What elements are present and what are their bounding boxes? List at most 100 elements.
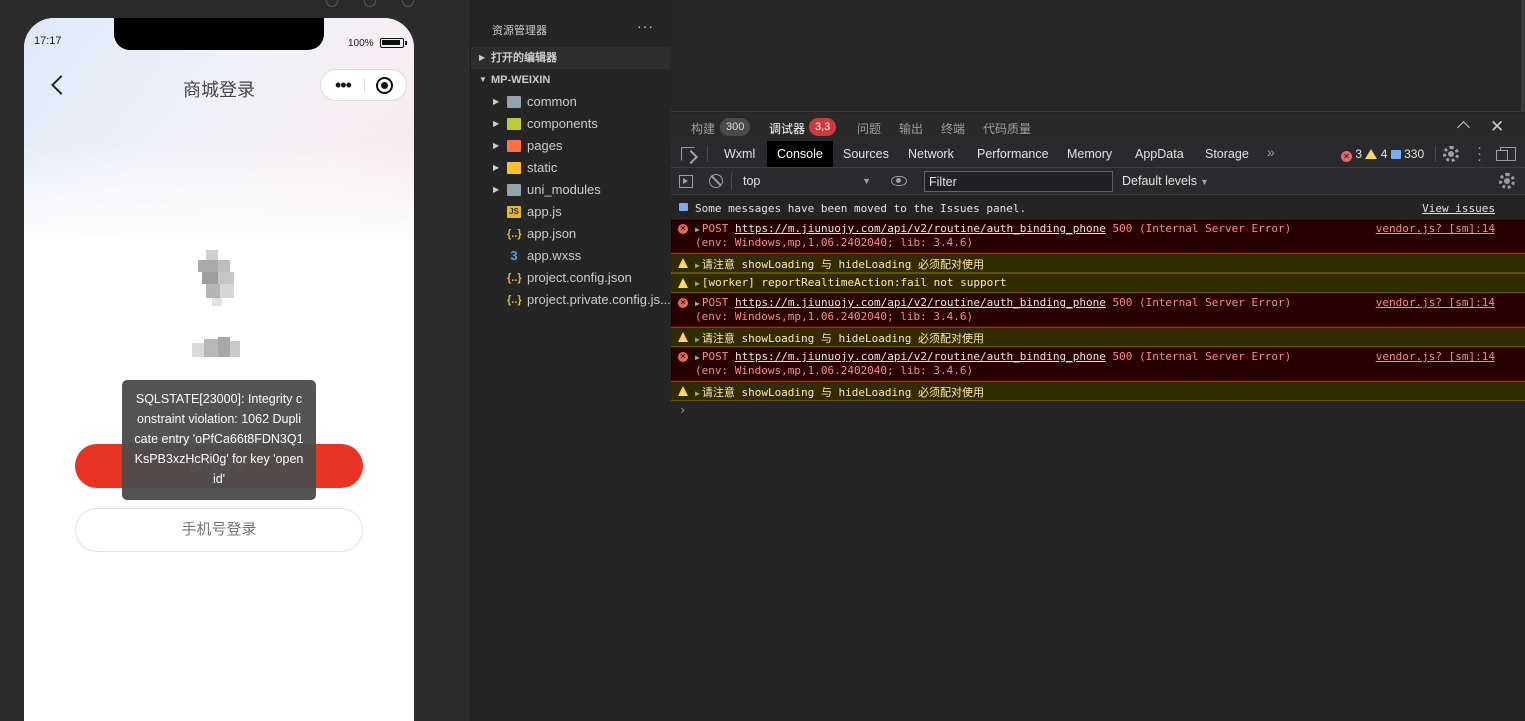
more-tabs-icon[interactable]: » [1267, 144, 1275, 160]
tree-item-project-config[interactable]: {..} project.config.json [471, 267, 672, 289]
live-expression-eye-icon[interactable] [891, 176, 907, 186]
miniprogram-capsule: ••• [320, 69, 407, 101]
warning-icon [1365, 149, 1378, 159]
tree-item-pages[interactable]: ▶ pages [471, 135, 672, 157]
chevron-right-icon: ▶ [493, 163, 500, 172]
chevron-down-icon: ▼ [1200, 177, 1209, 187]
error-count: 3 [1355, 147, 1363, 161]
more-actions-icon[interactable]: ··· [637, 18, 654, 34]
tree-item-app-wxss[interactable]: 3 app.wxss [471, 245, 672, 267]
clear-console-icon[interactable] [709, 174, 723, 188]
error-icon: ✕ [1341, 151, 1352, 162]
phone-login-button[interactable]: 手机号登录 [75, 508, 363, 552]
error-url-link[interactable]: https://m.jiunuojy.com/api/v2/routine/au… [735, 296, 1106, 309]
app-name-image [192, 337, 240, 359]
error-url-link[interactable]: https://m.jiunuojy.com/api/v2/routine/au… [735, 222, 1106, 235]
source-link[interactable]: vendor.js? [sm]:14 [1376, 222, 1495, 235]
error-url-link[interactable]: https://m.jiunuojy.com/api/v2/routine/au… [735, 350, 1106, 363]
chevron-right-icon: ▶ [493, 141, 500, 150]
chevron-down-icon: ▼ [862, 176, 871, 186]
tab-wxml[interactable]: Wxml [714, 141, 765, 167]
show-sidebar-icon[interactable] [679, 175, 693, 188]
context-value: top [743, 174, 761, 188]
expand-triangle-icon[interactable]: ▶ [695, 299, 700, 308]
scrollbar[interactable] [1521, 0, 1525, 112]
console-prompt[interactable]: › [679, 403, 686, 417]
gear-icon[interactable] [1443, 146, 1459, 162]
undock-icon[interactable] [1496, 147, 1516, 161]
tab-terminal[interactable]: 终端 [941, 120, 965, 137]
tab-storage[interactable]: Storage [1195, 141, 1259, 167]
tree-item-project-private-config[interactable]: {..} project.private.config.js... [471, 289, 672, 311]
console-settings-icon[interactable] [1499, 173, 1515, 189]
tree-item-uni-modules[interactable]: ▶ uni_modules [471, 179, 672, 201]
tab-output[interactable]: 输出 [899, 120, 923, 137]
logo-image [198, 250, 240, 314]
json-file-icon: {..} [507, 228, 522, 240]
inspect-element-icon[interactable] [681, 147, 695, 161]
warning-icon [678, 278, 688, 288]
log-levels-dropdown[interactable]: Default levels ▼ [1122, 170, 1209, 193]
open-editors-section[interactable]: ▶ 打开的编辑器 [471, 47, 672, 69]
json-file-icon: {..} [507, 294, 522, 306]
expand-triangle-icon[interactable]: ▶ [695, 279, 700, 288]
console-warning-message[interactable]: ▶ 请注意 showLoading 与 hideLoading 必须配对使用 [671, 381, 1525, 401]
console-warning-message[interactable]: ▶ 请注意 showLoading 与 hideLoading 必须配对使用 [671, 253, 1525, 273]
devtools-tabbar: Wxml Console Sources Network Performance… [671, 140, 1525, 168]
tab-console[interactable]: Console [767, 141, 833, 167]
expand-triangle-icon[interactable]: ▶ [695, 225, 700, 234]
context-selector[interactable]: top ▼ [733, 170, 873, 192]
console-warning-message[interactable]: ▶ 请注意 showLoading 与 hideLoading 必须配对使用 [671, 327, 1525, 347]
issue-counts[interactable]: ✕ 3 4 330 [1341, 147, 1424, 162]
console-error-message[interactable]: ✕ ▶ POST https://m.jiunuojy.com/api/v2/ro… [671, 293, 1525, 327]
source-link[interactable]: vendor.js? [sm]:14 [1376, 296, 1495, 309]
more-icon[interactable]: ••• [335, 76, 352, 94]
console-filter-input[interactable] [924, 171, 1113, 192]
tree-item-app-js[interactable]: JS app.js [471, 201, 672, 223]
console-error-message[interactable]: ✕ ▶ POST https://m.jiunuojy.com/api/v2/ro… [671, 219, 1525, 253]
tree-item-app-json[interactable]: {..} app.json [471, 223, 672, 245]
expand-triangle-icon[interactable]: ▶ [695, 353, 700, 362]
tab-performance[interactable]: Performance [967, 141, 1059, 167]
view-issues-link[interactable]: View issues [1422, 202, 1495, 215]
console-messages: Some messages have been moved to the Iss… [671, 196, 1525, 721]
record-icon[interactable] [364, 0, 376, 7]
tree-item-static[interactable]: ▶ static [471, 157, 672, 179]
close-icon[interactable]: ✕ [1490, 117, 1504, 137]
tab-debugger[interactable]: 调试器 [769, 120, 805, 137]
explorer-title: 资源管理器 [492, 25, 547, 37]
warning-icon [678, 332, 688, 342]
tab-network[interactable]: Network [898, 141, 964, 167]
chevron-right-icon: ▶ [493, 119, 500, 128]
console-error-message[interactable]: ✕ ▶ POST https://m.jiunuojy.com/api/v2/ro… [671, 347, 1525, 381]
console-warning-message[interactable]: ▶ [worker] reportRealtimeAction:fail not … [671, 273, 1525, 293]
folder-icon [507, 96, 521, 108]
simulator-toolbar [0, 0, 470, 12]
source-link[interactable]: vendor.js? [sm]:14 [1376, 350, 1495, 363]
tab-sources[interactable]: Sources [833, 141, 899, 167]
devtools-panel: 构建 300 调试器 3,3 问题 输出 终端 代码质量 ✕ Wxml Cons… [671, 0, 1525, 721]
tree-item-common[interactable]: ▶ common [471, 91, 672, 113]
tab-issues[interactable]: 问题 [857, 120, 881, 137]
close-miniprogram-icon[interactable] [376, 77, 393, 94]
settings-icon[interactable] [402, 0, 414, 7]
tab-appdata[interactable]: AppData [1125, 141, 1194, 167]
wxss-file-icon: 3 [510, 248, 518, 263]
tab-build[interactable]: 构建 [691, 120, 715, 137]
info-icon [1390, 150, 1401, 159]
refresh-icon[interactable] [326, 0, 338, 7]
json-file-icon: {..} [507, 272, 522, 284]
expand-triangle-icon[interactable]: ▶ [695, 389, 700, 398]
phone-notch [114, 18, 324, 50]
project-section[interactable]: ▼ MP-WEIXIN [471, 69, 672, 91]
tab-code-quality[interactable]: 代码质量 [983, 120, 1031, 137]
error-icon: ✕ [678, 224, 688, 234]
tree-item-components[interactable]: ▶ components [471, 113, 672, 135]
bottom-panel-tabs: 构建 300 调试器 3,3 问题 输出 终端 代码质量 [671, 113, 1525, 142]
tab-memory[interactable]: Memory [1057, 141, 1122, 167]
kebab-menu-icon[interactable]: · · · [1477, 140, 1482, 167]
static-folder-icon [507, 162, 521, 174]
expand-triangle-icon[interactable]: ▶ [695, 261, 700, 270]
error-icon: ✕ [678, 352, 688, 362]
expand-triangle-icon[interactable]: ▶ [695, 335, 700, 344]
